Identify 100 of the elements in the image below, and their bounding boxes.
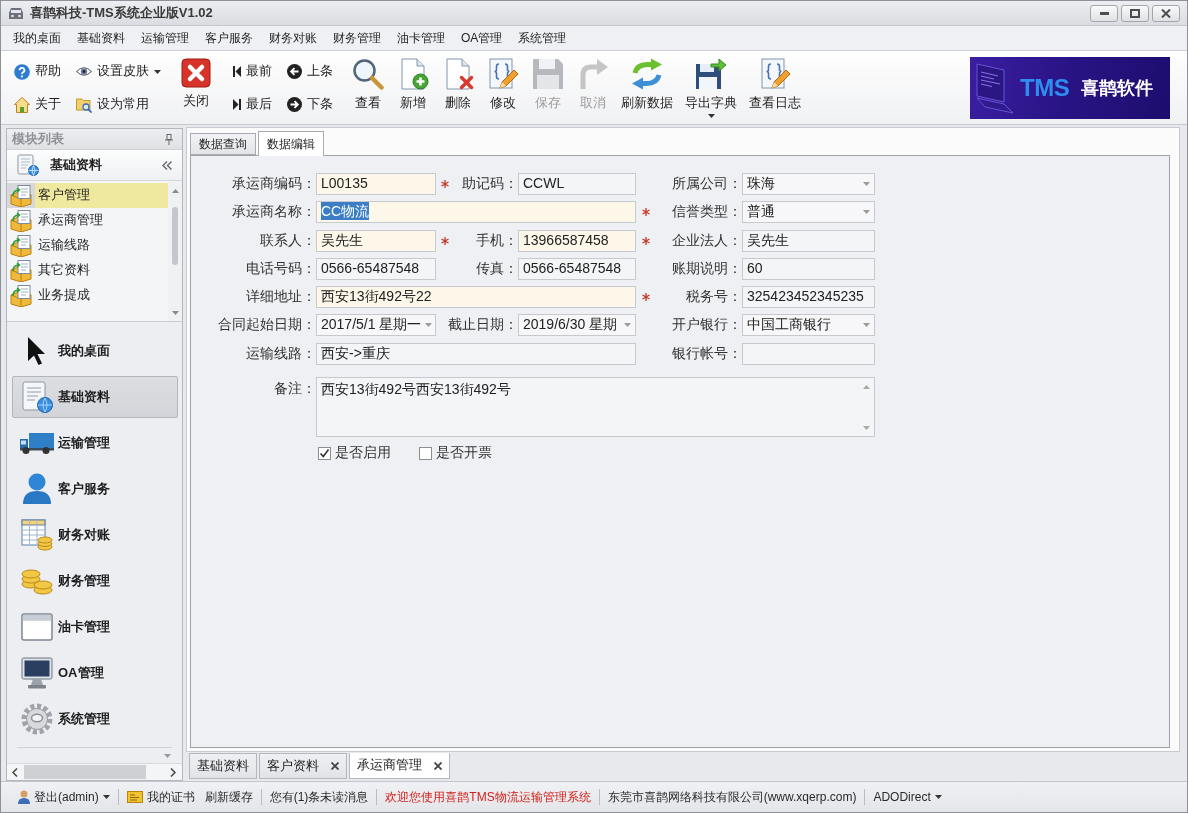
toolbar-button[interactable]: 关于: [11, 91, 64, 118]
document-tab[interactable]: 基础资料: [189, 753, 257, 779]
text-field[interactable]: 西安13街492号22: [316, 286, 636, 309]
toolbar-button[interactable]: 关闭: [173, 55, 218, 121]
tab[interactable]: 数据查询: [190, 133, 256, 155]
combo-box[interactable]: 中国工商银行: [742, 314, 875, 337]
menu-item[interactable]: 系统管理: [510, 27, 575, 49]
toolbar-button[interactable]: 设置皮肤: [73, 58, 164, 85]
field-label: 信誉类型：: [672, 203, 742, 222]
menu-item[interactable]: 财务对账: [261, 27, 325, 49]
close-icon[interactable]: [434, 761, 442, 770]
checkbox-label[interactable]: 是否启用: [335, 444, 391, 463]
document-tab[interactable]: 客户资料: [259, 753, 347, 779]
checkbox[interactable]: [419, 446, 432, 460]
horizontal-scrollbar[interactable]: [7, 763, 182, 780]
text-field[interactable]: CCWL: [518, 173, 636, 195]
text-field[interactable]: 13966587458: [518, 229, 636, 252]
close-icon[interactable]: [331, 762, 339, 770]
toolbar-button[interactable]: 上条: [284, 58, 336, 85]
text-field[interactable]: 吴先生: [316, 229, 436, 252]
field-label: 承运商编码：: [232, 175, 316, 193]
text-field[interactable]: 60: [742, 257, 875, 280]
vertical-scrollbar[interactable]: [168, 181, 182, 321]
toolbar-button[interactable]: 最后: [230, 91, 275, 118]
field-label: 银行帐号：: [672, 344, 742, 363]
collapse-button[interactable]: [162, 160, 172, 170]
status-button[interactable]: 我的证书: [126, 788, 195, 806]
field-label: 运输线路：: [246, 344, 316, 363]
toolbar-button[interactable]: 修改: [480, 55, 525, 121]
text-field[interactable]: 325423452345235: [742, 286, 875, 309]
combo-box[interactable]: 珠海: [742, 173, 875, 195]
nav-item[interactable]: 财务管理: [12, 560, 178, 602]
text-field[interactable]: 西安->重庆: [316, 342, 636, 365]
toolbar-button[interactable]: 新增: [390, 55, 435, 121]
scroll-up-icon: [863, 385, 870, 390]
toolbar-button[interactable]: 最前: [230, 58, 275, 85]
nav-item[interactable]: 基础资料: [12, 376, 178, 418]
coins-icon: [21, 567, 53, 595]
status-button[interactable]: ADODirect: [873, 790, 942, 804]
status-button[interactable]: 刷新缓存: [204, 788, 253, 806]
combo-box[interactable]: 2017/5/1 星期一: [316, 314, 436, 337]
scroll-left-icon: [12, 767, 18, 777]
close-icon: [1161, 8, 1171, 18]
list-item[interactable]: 业务提成: [7, 283, 168, 308]
group-title: 基础资料: [50, 156, 102, 174]
menu-item[interactable]: 财务管理: [325, 27, 389, 49]
box-document-icon: [10, 284, 32, 307]
nav-item[interactable]: 油卡管理: [12, 606, 178, 648]
document-tab[interactable]: 承运商管理: [349, 753, 450, 779]
toolbar-button[interactable]: 设为常用: [73, 91, 164, 118]
toolbar-button[interactable]: 下条: [284, 91, 336, 118]
combo-box[interactable]: 2019/6/30 星期: [518, 314, 636, 337]
nav-item[interactable]: OA管理: [12, 652, 178, 694]
status-button[interactable]: 您有(1)条未读消息: [269, 788, 369, 806]
field-label: 截止日期：: [448, 316, 518, 335]
maximize-button[interactable]: [1121, 4, 1149, 22]
menu-item[interactable]: 客户服务: [197, 27, 261, 49]
toolbar-button[interactable]: 导出字典: [679, 55, 743, 121]
menu-item[interactable]: 运输管理: [133, 27, 197, 49]
toolbar-button[interactable]: 刷新数据: [615, 55, 679, 121]
toolbar-button[interactable]: 查看日志: [743, 55, 807, 121]
text-field[interactable]: 0566-65487548: [518, 257, 636, 280]
text-field[interactable]: L00135: [316, 173, 436, 195]
truck-icon: [20, 432, 54, 454]
menu-item[interactable]: OA管理: [453, 27, 511, 49]
nav-item[interactable]: 财务对账: [12, 514, 178, 556]
toolbar-button[interactable]: 帮助: [11, 58, 64, 85]
checkbox[interactable]: [318, 446, 331, 460]
text-field[interactable]: 0566-65487548: [316, 257, 436, 280]
memo-field[interactable]: 西安13街492号西安13街492号: [316, 377, 875, 438]
toolbar-button[interactable]: 查看: [345, 55, 390, 121]
close-button[interactable]: [1152, 4, 1180, 22]
nav-item[interactable]: 运输管理: [12, 422, 178, 464]
text-field[interactable]: 吴先生: [742, 229, 875, 252]
list-item[interactable]: 承运商管理: [7, 208, 168, 233]
menu-item[interactable]: 我的桌面: [5, 27, 69, 49]
scroll-thumb[interactable]: [24, 765, 146, 779]
menu-item[interactable]: 基础资料: [69, 27, 133, 49]
status-button[interactable]: 登出(admin): [18, 788, 110, 806]
tab[interactable]: 数据编辑: [258, 131, 324, 156]
scroll-down-icon: [171, 311, 179, 315]
dropdown-arrow-icon: [862, 323, 870, 328]
toolbar-button[interactable]: 删除: [435, 55, 480, 121]
dropdown-arrow-icon: [862, 210, 870, 215]
text-field[interactable]: CC物流: [316, 201, 636, 224]
scroll-thumb[interactable]: [172, 207, 178, 265]
list-item[interactable]: 运输线路: [7, 233, 168, 258]
checkbox-label[interactable]: 是否开票: [436, 444, 492, 463]
combo-box[interactable]: 普通: [742, 201, 875, 224]
nav-item[interactable]: 系统管理: [12, 698, 178, 740]
user-icon: [18, 790, 30, 804]
list-item[interactable]: 客户管理: [7, 183, 168, 208]
minimize-button[interactable]: [1090, 4, 1118, 22]
text-field[interactable]: [742, 342, 875, 365]
nav-item[interactable]: 我的桌面: [12, 330, 178, 372]
nav-item[interactable]: 客户服务: [12, 468, 178, 510]
dropdown-arrow-icon: [623, 323, 631, 328]
window-title: 喜鹊科技-TMS系统企业版V1.02: [30, 4, 213, 22]
menu-item[interactable]: 油卡管理: [389, 27, 453, 49]
list-item[interactable]: 其它资料: [7, 258, 168, 283]
